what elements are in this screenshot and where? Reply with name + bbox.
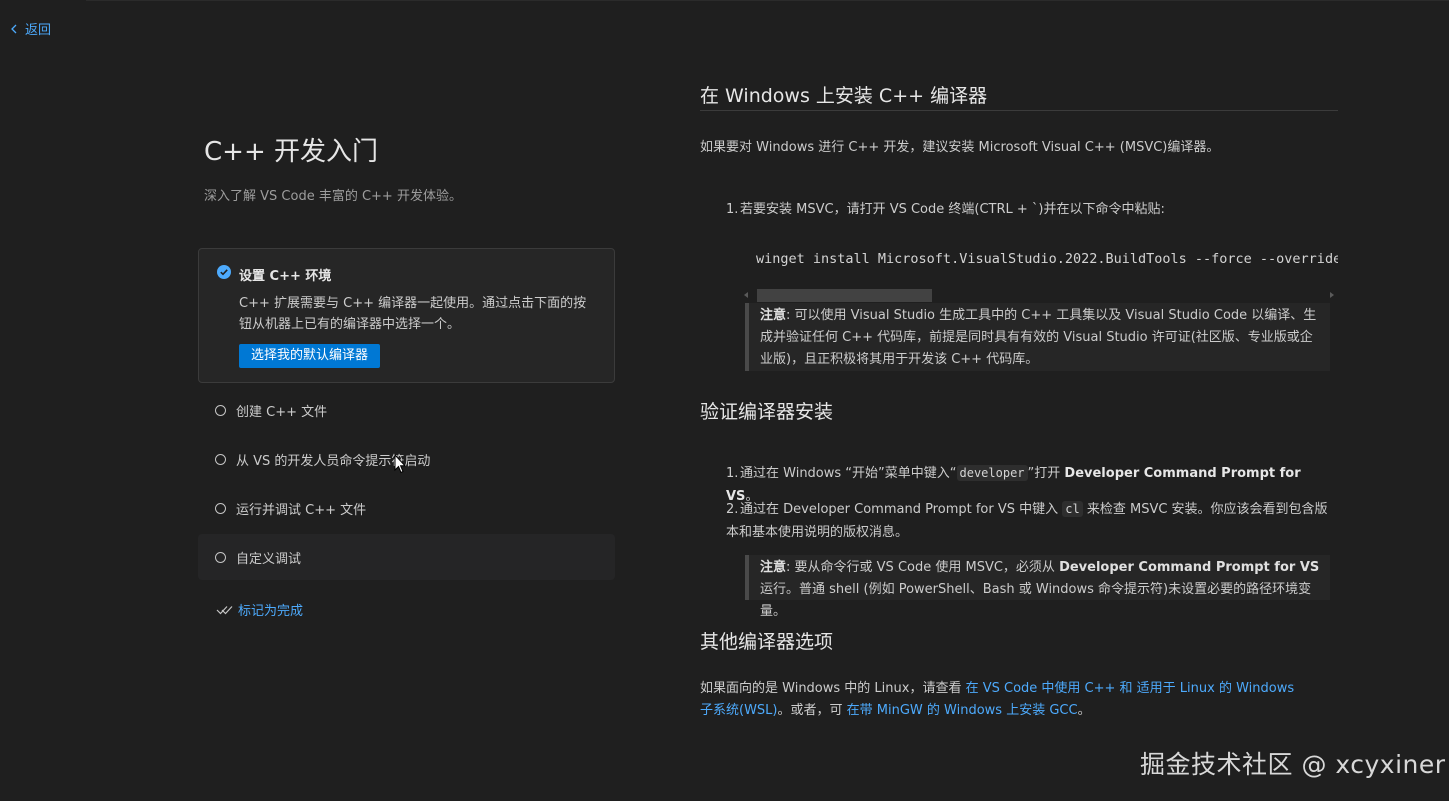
inline-code-cl: cl [1062,501,1083,517]
back-label: 返回 [25,23,52,38]
scroll-right-icon[interactable] [1330,292,1334,298]
step-run-debug[interactable]: 运行并调试 C++ 文件 [198,485,615,531]
code-horizontal-scrollbar[interactable] [744,289,1334,302]
install-step-1: 1. 若要安装 MSVC，请打开 VS Code 终端(CTRL + `)并在以下… [726,198,1336,221]
verify-step-1-text-mid: ”打开 [1027,466,1065,481]
scrollbar-thumb[interactable] [757,289,932,302]
note-text: : 要从命令行或 VS Code 使用 MSVC，必须从 [786,560,1060,575]
mingw-link[interactable]: 在带 MinGW 的 Windows 上安装 GCC [847,703,1078,718]
walkthrough-title: C++ 开发入门 [204,137,378,167]
intro-paragraph: 如果要对 Windows 进行 C++ 开发，建议安装 Microsoft Vi… [700,140,1220,155]
other-text: 如果面向的是 Windows 中的 Linux，请查看 [700,681,966,696]
heading-other-compilers: 其他编译器选项 [700,631,834,653]
check-circle-icon [217,265,231,279]
check-all-icon [216,605,233,614]
note-dev-prompt: 注意: 要从命令行或 VS Code 使用 MSVC，必须从 Developer… [745,555,1330,619]
step-label: 自定义调试 [236,551,302,567]
verify-step-1-text: 通过在 Windows “开始”菜单中键入“ [740,466,957,481]
radio-empty-icon [215,404,226,416]
watermark: 掘金技术社区 @ xcyxiner [1140,750,1446,779]
step-label: 运行并调试 C++ 文件 [236,502,367,518]
radio-empty-icon [215,502,226,514]
radio-empty-icon [215,453,226,465]
note-bold: Developer Command Prompt for VS [1059,560,1320,575]
select-default-compiler-button[interactable]: 选择我的默认编译器 [239,344,381,368]
heading-verify-install: 验证编译器安装 [700,401,834,423]
back-link[interactable]: 返回 [9,19,51,38]
step-title: 设置 C++ 环境 [239,269,332,284]
note-text: : 可以使用 Visual Studio 生成工具中的 C++ 工具集以及 Vi… [760,308,1317,367]
mark-done-link[interactable]: 标记为完成 [216,600,303,619]
chevron-left-icon [11,24,17,33]
other-text-end: 。 [1077,703,1091,718]
heading-install-compiler: 在 Windows 上安装 C++ 编译器 [700,85,988,107]
list-number: 2. [726,502,739,517]
list-number: 1. [726,202,739,217]
verify-step-2-text: 通过在 Developer Command Prompt for VS 中键入 [740,502,1063,517]
note-label: 注意 [760,560,787,575]
verify-step-2: 2. 通过在 Developer Command Prompt for VS 中键… [726,498,1336,544]
mark-done-label: 标记为完成 [238,604,304,619]
editor-top-border [86,0,1449,1]
step-create-cpp-file[interactable]: 创建 C++ 文件 [198,387,615,433]
step-setup-environment[interactable]: 设置 C++ 环境 C++ 扩展需要与 C++ 编译器一起使用。通过点击下面的按… [198,248,615,383]
step-customize-debugging[interactable]: 自定义调试 [198,534,615,580]
step-label: 创建 C++ 文件 [236,404,328,420]
radio-empty-icon [215,551,226,563]
step-description: C++ 扩展需要与 C++ 编译器一起使用。通过点击下面的按钮从机器上已有的编译… [239,296,587,332]
walkthrough-subtitle: 深入了解 VS Code 丰富的 C++ 开发体验。 [204,189,462,204]
note-license: 注意: 可以使用 Visual Studio 生成工具中的 C++ 工具集以及 … [745,303,1330,371]
list-number: 1. [726,466,739,481]
code-block-winget[interactable]: winget install Microsoft.VisualStudio.20… [756,248,1338,270]
install-step-1-text: 若要安装 MSVC，请打开 VS Code 终端(CTRL + `)并在以下命令… [740,202,1165,217]
mouse-pointer-icon [394,454,406,474]
scroll-left-icon[interactable] [744,292,748,298]
note-label: 注意 [760,308,787,323]
heading-divider [700,110,1338,111]
step-launch-dev-prompt[interactable]: 从 VS 的开发人员命令提示符启动 [198,436,615,482]
other-compilers-paragraph: 如果面向的是 Windows 中的 Linux，请查看 在 VS Code 中使… [700,678,1310,722]
note-text-end: 运行。普通 shell (例如 PowerShell、Bash 或 Window… [760,582,1312,619]
other-text-mid: 。或者，可 [777,703,847,718]
inline-code-developer: developer [956,465,1028,481]
